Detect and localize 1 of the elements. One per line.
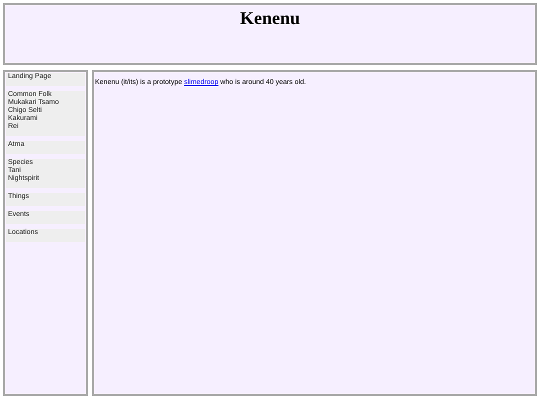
page-title: Kenenu [240, 9, 300, 30]
